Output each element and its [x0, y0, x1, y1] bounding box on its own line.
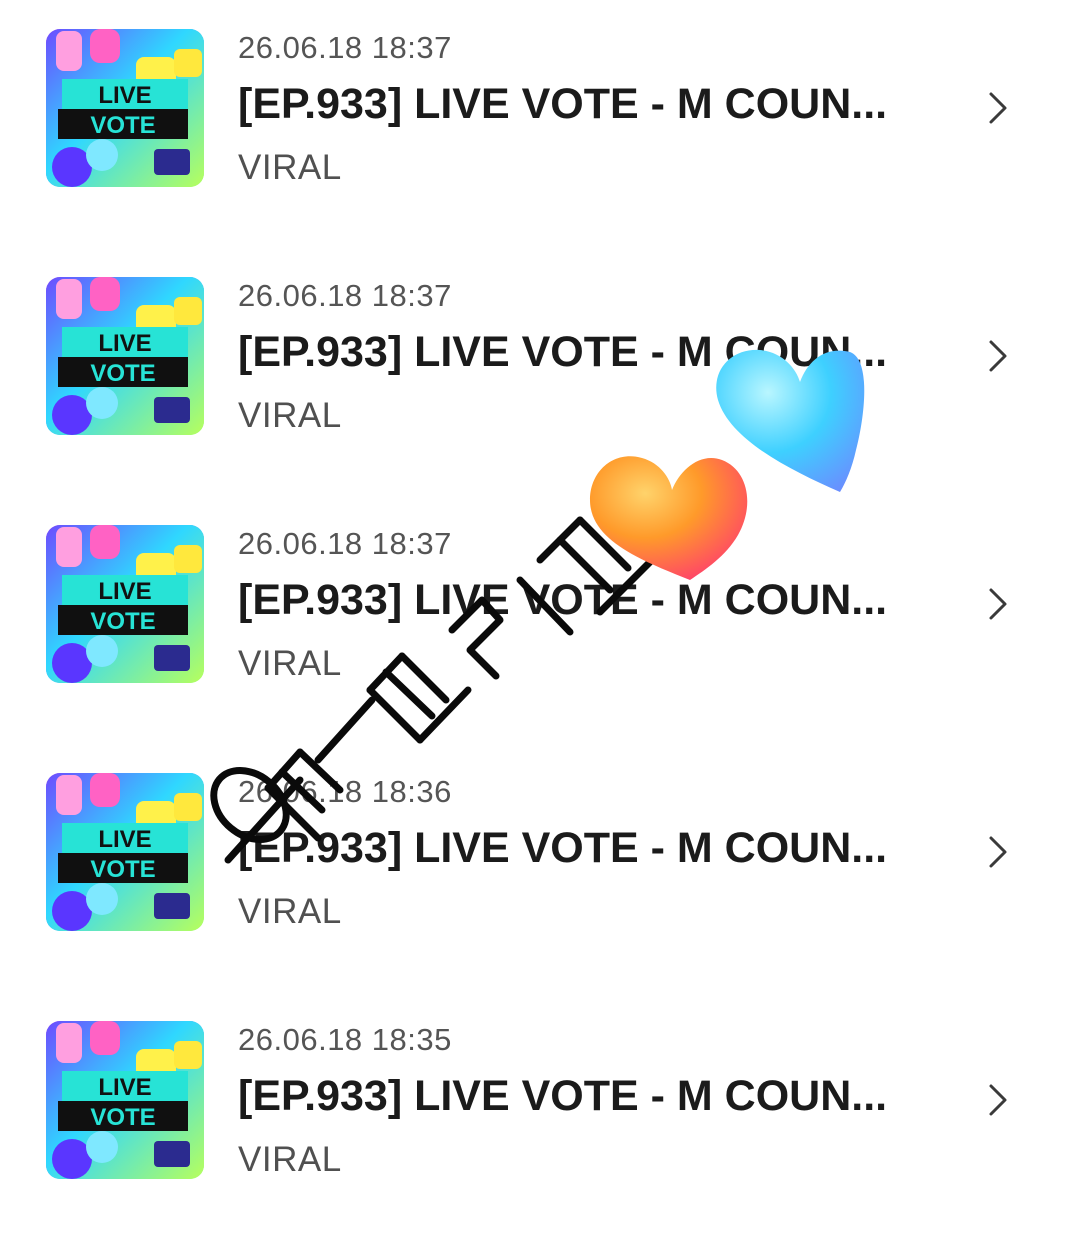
item-title: [EP.933] LIVE VOTE - M COUN...: [238, 576, 888, 624]
item-category: VIRAL: [238, 644, 342, 683]
chevron-right-icon[interactable]: [983, 90, 1013, 126]
chevron-right-icon[interactable]: [983, 586, 1013, 622]
live-vote-thumbnail: LIVE VOTE: [46, 773, 204, 931]
chevron-right-icon[interactable]: [983, 1082, 1013, 1118]
item-title: [EP.933] LIVE VOTE - M COUN...: [238, 80, 888, 128]
live-vote-thumbnail: LIVE VOTE: [46, 277, 204, 435]
item-date: 26.06.18 18:37: [238, 278, 452, 313]
item-date: 26.06.18 18:35: [238, 1022, 452, 1057]
thumb-vote-text: VOTE: [90, 360, 155, 387]
list-item[interactable]: LIVE VOTE 26.06.18 18:37 [EP.933] LIVE V…: [0, 0, 1080, 200]
thumb-live-text: LIVE: [98, 578, 151, 605]
item-category: VIRAL: [238, 396, 342, 435]
item-date: 26.06.18 18:37: [238, 30, 452, 65]
item-title: [EP.933] LIVE VOTE - M COUN...: [238, 328, 888, 376]
live-vote-thumbnail: LIVE VOTE: [46, 525, 204, 683]
item-date: 26.06.18 18:37: [238, 526, 452, 561]
item-category: VIRAL: [238, 892, 342, 931]
thumb-live-text: LIVE: [98, 1074, 151, 1101]
thumb-live-text: LIVE: [98, 826, 151, 853]
list-item[interactable]: LIVE VOTE 26.06.18 18:35 [EP.933] LIVE V…: [0, 992, 1080, 1192]
item-title: [EP.933] LIVE VOTE - M COUN...: [238, 1072, 888, 1120]
thumb-vote-text: VOTE: [90, 608, 155, 635]
chevron-right-icon[interactable]: [983, 834, 1013, 870]
item-category: VIRAL: [238, 1140, 342, 1179]
live-vote-thumbnail: LIVE VOTE: [46, 29, 204, 187]
list-item[interactable]: LIVE VOTE 26.06.18 18:37 [EP.933] LIVE V…: [0, 248, 1080, 448]
thumb-vote-text: VOTE: [90, 856, 155, 883]
live-vote-thumbnail: LIVE VOTE: [46, 1021, 204, 1179]
thumb-live-text: LIVE: [98, 330, 151, 357]
chevron-right-icon[interactable]: [983, 338, 1013, 374]
thumb-vote-text: VOTE: [90, 1104, 155, 1131]
thumb-live-text: LIVE: [98, 82, 151, 109]
item-category: VIRAL: [238, 148, 342, 187]
thumb-vote-text: VOTE: [90, 112, 155, 139]
item-title: [EP.933] LIVE VOTE - M COUN...: [238, 824, 888, 872]
list-item[interactable]: LIVE VOTE 26.06.18 18:36 [EP.933] LIVE V…: [0, 744, 1080, 944]
item-date: 26.06.18 18:36: [238, 774, 452, 809]
list-item[interactable]: LIVE VOTE 26.06.18 18:37 [EP.933] LIVE V…: [0, 496, 1080, 696]
